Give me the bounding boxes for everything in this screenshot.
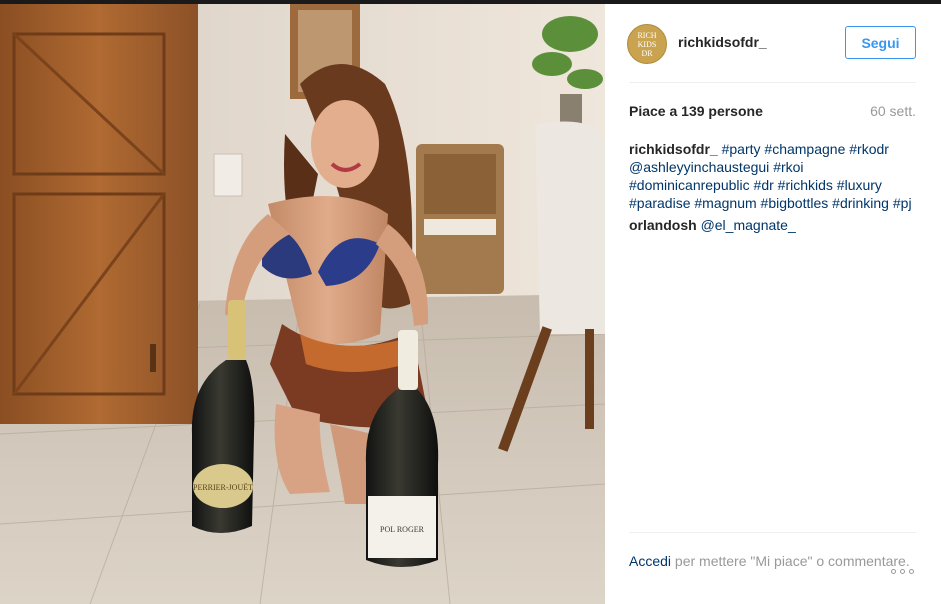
hashtag-link[interactable]: #pj [893, 195, 912, 211]
hashtag-link[interactable]: #bigbottles [761, 195, 829, 211]
rich-kids-logo: RICH KIDS DR [637, 31, 657, 58]
hashtag-link[interactable]: #luxury [837, 177, 882, 193]
bottle-left-label: PERRIER-JOUËT [193, 483, 253, 492]
likes-count[interactable]: Piace a 139 persone [629, 103, 763, 119]
post-sidebar: RICH KIDS DR richkidsofdr_ Segui Piace a… [605, 4, 941, 604]
hashtag-link[interactable]: #dominicanrepublic [629, 177, 750, 193]
mention-link[interactable]: @el_magnate_ [701, 217, 796, 233]
bottle-right-label: POL ROGER [380, 525, 425, 534]
comments-list: richkidsofdr_ #party #champagne #rkodr @… [629, 140, 919, 238]
svg-text:DR: DR [641, 49, 653, 58]
hashtag-link[interactable]: #dr [754, 177, 774, 193]
login-link[interactable]: Accedi [629, 553, 671, 569]
hashtag-link[interactable]: #rkoi [773, 159, 803, 175]
hashtag-link[interactable]: #drinking [832, 195, 889, 211]
post-age[interactable]: 60 sett. [870, 103, 916, 119]
hashtag-link[interactable]: #richkids [778, 177, 833, 193]
follow-button[interactable]: Segui [845, 26, 916, 59]
photo-illustration: PERRIER-JOUËT POL ROGER [0, 4, 605, 604]
login-prompt: Accedi per mettere "Mi piace" o commenta… [629, 552, 916, 570]
more-options-icon[interactable] [891, 566, 917, 576]
post-header: RICH KIDS DR richkidsofdr_ Segui [605, 4, 941, 82]
comment: richkidsofdr_ #party #champagne #rkodr @… [629, 140, 919, 212]
comment: orlandosh @el_magnate_ [629, 216, 919, 234]
hashtag-link[interactable]: #paradise [629, 195, 691, 211]
avatar[interactable]: RICH KIDS DR [627, 24, 667, 64]
header-divider [629, 82, 916, 83]
post-photo[interactable]: PERRIER-JOUËT POL ROGER [0, 4, 605, 604]
hashtag-link[interactable]: #party [722, 141, 761, 157]
login-prompt-text: per mettere "Mi piace" o commentare. [671, 553, 910, 569]
author-username[interactable]: richkidsofdr_ [678, 34, 767, 50]
comment-username[interactable]: richkidsofdr_ [629, 141, 718, 157]
svg-text:RICH: RICH [637, 31, 656, 40]
footer-divider [629, 532, 916, 533]
hashtag-link[interactable]: #champagne [764, 141, 845, 157]
mention-link[interactable]: @ashleyyinchaustegui [629, 159, 769, 175]
hashtag-link[interactable]: #magnum [694, 195, 756, 211]
hashtag-link[interactable]: #rkodr [849, 141, 889, 157]
comment-username[interactable]: orlandosh [629, 217, 697, 233]
svg-text:KIDS: KIDS [638, 40, 657, 49]
